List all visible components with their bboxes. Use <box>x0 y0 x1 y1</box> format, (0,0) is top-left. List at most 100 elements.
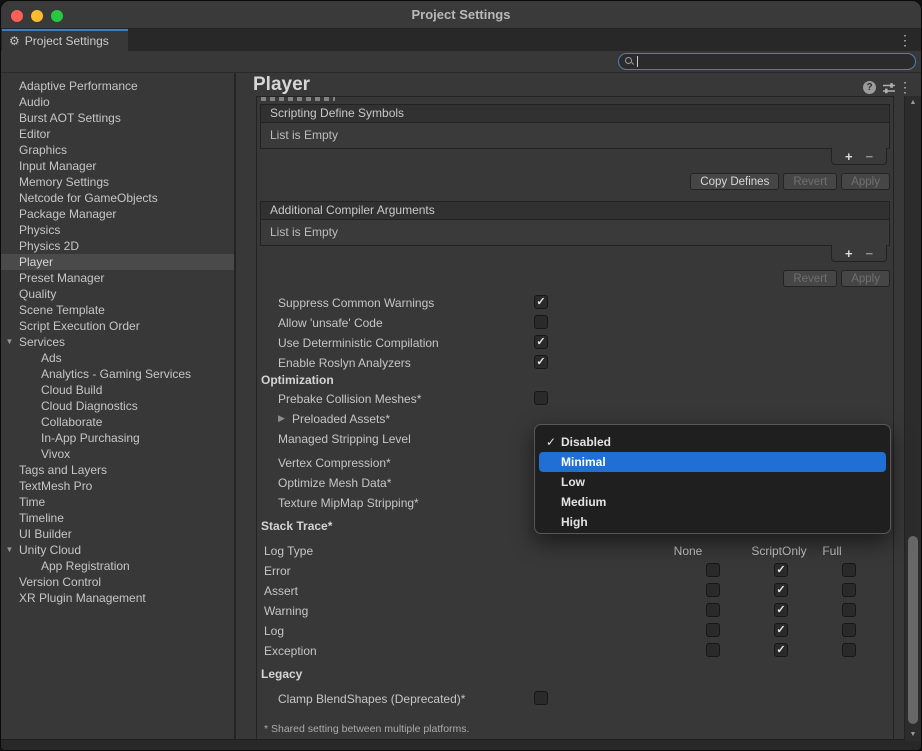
sidebar-item-label: Script Execution Order <box>19 319 140 333</box>
shared-setting-footnote: * Shared setting between multiple platfo… <box>264 723 469 735</box>
foldout-open-icon[interactable]: ▼ <box>4 542 15 558</box>
dropdown-option-label: Low <box>561 475 585 489</box>
remove-item-button[interactable]: − <box>865 247 873 260</box>
dropdown-option[interactable]: ✓ Disabled <box>539 432 886 452</box>
checkbox-none[interactable]: ✓ <box>706 603 720 617</box>
apply-button[interactable]: Apply <box>841 270 890 287</box>
setting-label: Preloaded Assets* <box>292 412 390 426</box>
checkbox-none[interactable]: ✓ <box>706 623 720 637</box>
window-titlebar[interactable]: Project Settings <box>1 1 921 29</box>
checkbox[interactable]: ✓ <box>534 295 548 309</box>
scroll-up-arrow-icon[interactable]: ▲ <box>905 99 921 106</box>
sidebar-item[interactable]: ▼ Version Control <box>1 574 234 590</box>
checkbox-none[interactable]: ✓ <box>706 583 720 597</box>
sidebar-item[interactable]: ▼ Cloud Diagnostics <box>1 398 234 414</box>
checkbox[interactable]: ✓ <box>534 391 548 405</box>
checkbox-scriptonly[interactable]: ✓ <box>774 623 788 637</box>
sidebar-item[interactable]: ▼ Editor <box>1 126 234 142</box>
sidebar-item[interactable]: ▼ Services <box>1 334 234 350</box>
checkbox-scriptonly[interactable]: ✓ <box>774 603 788 617</box>
dropdown-option[interactable]: ✓ Low <box>539 472 886 492</box>
sidebar-item[interactable]: ▼ Input Manager <box>1 158 234 174</box>
sidebar-item[interactable]: ▼ Physics <box>1 222 234 238</box>
checkbox-full[interactable]: ✓ <box>842 603 856 617</box>
scrollbar-thumb[interactable] <box>908 536 918 724</box>
sidebar-item[interactable]: ▼ Time <box>1 494 234 510</box>
setting-label: Optimize Mesh Data* <box>278 476 391 490</box>
sidebar-item[interactable]: ▼ Burst AOT Settings <box>1 110 234 126</box>
help-icon[interactable]: ? <box>863 81 876 94</box>
foldout-closed-icon[interactable]: ▶ <box>278 413 285 424</box>
sidebar-item[interactable]: ▼ Netcode for GameObjects <box>1 190 234 206</box>
sidebar-item[interactable]: ▼ Memory Settings <box>1 174 234 190</box>
checkbox-full[interactable]: ✓ <box>842 623 856 637</box>
dropdown-option[interactable]: ✓ Minimal <box>539 452 886 472</box>
checkbox-scriptonly[interactable]: ✓ <box>774 583 788 597</box>
sidebar-item[interactable]: ▼ TextMesh Pro <box>1 478 234 494</box>
checkbox-full[interactable]: ✓ <box>842 563 856 577</box>
sidebar-item[interactable]: ▼ In-App Purchasing <box>1 430 234 446</box>
log-type-row: Error ✓ ✓ ✓ <box>257 561 893 581</box>
sidebar-item[interactable]: ▼ Analytics - Gaming Services <box>1 366 234 382</box>
add-item-button[interactable]: + <box>845 247 853 260</box>
sidebar-item[interactable]: ▼ Player <box>1 254 234 270</box>
checkbox[interactable]: ✓ <box>534 335 548 349</box>
revert-button[interactable]: Revert <box>783 173 837 190</box>
tab-bar: ⚙ Project Settings ⋮ <box>1 29 921 51</box>
setting-row: Allow 'unsafe' Code ✓ <box>257 313 893 333</box>
sidebar-item[interactable]: ▼ Audio <box>1 94 234 110</box>
section-header-legacy: Legacy <box>261 667 302 681</box>
sidebar-item-label: Preset Manager <box>19 271 104 285</box>
sidebar-item[interactable]: ▼ Cloud Build <box>1 382 234 398</box>
checkbox-none[interactable]: ✓ <box>706 563 720 577</box>
sidebar-item[interactable]: ▼ Package Manager <box>1 206 234 222</box>
tab-bar-menu-icon[interactable]: ⋮ <box>898 33 912 47</box>
scroll-down-arrow-icon[interactable]: ▼ <box>905 731 921 738</box>
sidebar-item-label: Tags and Layers <box>19 463 107 477</box>
checkbox-full[interactable]: ✓ <box>842 583 856 597</box>
setting-label: Enable Roslyn Analyzers <box>278 356 411 370</box>
sidebar-item[interactable]: ▼ App Registration <box>1 558 234 574</box>
apply-button[interactable]: Apply <box>841 173 890 190</box>
checkbox-none[interactable]: ✓ <box>706 643 720 657</box>
check-icon: ✓ <box>536 357 545 368</box>
revert-button[interactable]: Revert <box>783 270 837 287</box>
sidebar-item[interactable]: ▼ Vivox <box>1 446 234 462</box>
presets-icon[interactable] <box>882 81 896 95</box>
checkbox[interactable]: ✓ <box>534 691 548 705</box>
sidebar-item[interactable]: ▼ XR Plugin Management <box>1 590 234 606</box>
foldout-open-icon[interactable]: ▼ <box>4 334 15 350</box>
settings-category-list: ▼ Adaptive Performance ▼ Audio ▼ Burst A… <box>1 73 234 739</box>
remove-item-button[interactable]: − <box>865 150 873 163</box>
compiler-arguments-buttons: Revert Apply <box>783 270 890 287</box>
vertical-scrollbar[interactable]: ▲ ▼ <box>904 96 921 741</box>
toolbar <box>1 51 921 73</box>
add-item-button[interactable]: + <box>845 150 853 163</box>
sidebar-item[interactable]: ▼ Timeline <box>1 510 234 526</box>
sidebar-item[interactable]: ▼ Ads <box>1 350 234 366</box>
checkbox[interactable]: ✓ <box>534 315 548 329</box>
dropdown-option[interactable]: ✓ Medium <box>539 492 886 512</box>
checkbox-scriptonly[interactable]: ✓ <box>774 563 788 577</box>
sidebar-item[interactable]: ▼ Adaptive Performance <box>1 78 234 94</box>
setting-label: Allow 'unsafe' Code <box>278 316 383 330</box>
checkbox[interactable]: ✓ <box>534 355 548 369</box>
sidebar-item[interactable]: ▼ Scene Template <box>1 302 234 318</box>
sidebar-item[interactable]: ▼ UI Builder <box>1 526 234 542</box>
panel-menu-icon[interactable]: ⋮ <box>898 80 912 94</box>
sidebar-item[interactable]: ▼ Tags and Layers <box>1 462 234 478</box>
tab-project-settings[interactable]: ⚙ Project Settings <box>2 29 128 51</box>
sidebar-item[interactable]: ▼ Preset Manager <box>1 270 234 286</box>
sidebar-item[interactable]: ▼ Graphics <box>1 142 234 158</box>
sidebar-item[interactable]: ▼ Collaborate <box>1 414 234 430</box>
copy-defines-button[interactable]: Copy Defines <box>690 173 779 190</box>
sidebar-item[interactable]: ▼ Physics 2D <box>1 238 234 254</box>
checkbox-full[interactable]: ✓ <box>842 643 856 657</box>
checkbox-scriptonly[interactable]: ✓ <box>774 643 788 657</box>
search-input[interactable] <box>618 53 916 70</box>
sidebar-item[interactable]: ▼ Unity Cloud <box>1 542 234 558</box>
setting-label: Managed Stripping Level <box>278 432 411 446</box>
sidebar-item[interactable]: ▼ Quality <box>1 286 234 302</box>
sidebar-item[interactable]: ▼ Script Execution Order <box>1 318 234 334</box>
dropdown-option[interactable]: ✓ High <box>539 512 886 532</box>
